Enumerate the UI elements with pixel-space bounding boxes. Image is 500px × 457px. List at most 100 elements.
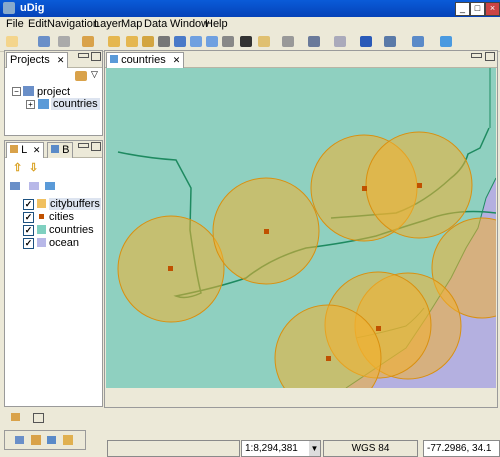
polygon-layer-icon <box>37 199 46 208</box>
info-icon[interactable] <box>360 36 372 47</box>
maximize-icon[interactable] <box>91 142 101 151</box>
draw-icon[interactable] <box>412 36 424 47</box>
fast-view-icon[interactable] <box>11 413 20 421</box>
city-point <box>168 266 173 271</box>
perspective-icon[interactable] <box>15 436 24 444</box>
layer-row-citybuffers[interactable]: ✓ citybuffers <box>7 198 101 211</box>
zoom-extent-icon[interactable] <box>174 36 186 47</box>
city-point <box>326 356 331 361</box>
zoom-out-icon[interactable] <box>206 36 218 47</box>
back-icon[interactable] <box>108 36 120 47</box>
menu-window[interactable]: Window <box>170 18 209 30</box>
tab-countries[interactable]: countries ✕ <box>106 52 185 68</box>
title-bar: uDig _ □ × <box>0 0 500 17</box>
map-icon <box>38 99 49 109</box>
project-label[interactable]: project <box>37 86 70 98</box>
move-up-icon[interactable]: ⇧ <box>13 161 22 174</box>
coordinate-readout: -77.2986, 34.1 <box>423 440 500 457</box>
polygon-layer-icon <box>37 238 46 247</box>
tool-icon[interactable] <box>440 36 452 47</box>
layer-row-cities[interactable]: ✓ cities <box>7 211 100 224</box>
polygon-layer-icon <box>37 225 46 234</box>
refresh-icon[interactable] <box>240 36 252 47</box>
close-icon[interactable]: ✕ <box>173 55 181 65</box>
menu-layer[interactable]: Layer <box>94 18 122 30</box>
layer-checkbox[interactable]: ✓ <box>23 225 34 236</box>
minimize-icon[interactable] <box>471 53 482 58</box>
chevron-down-icon[interactable]: ▼ <box>309 441 320 456</box>
menu-map[interactable]: Map <box>121 18 142 30</box>
style-icon[interactable] <box>29 182 39 190</box>
project-icon <box>23 86 34 96</box>
print-icon[interactable] <box>58 36 70 47</box>
layer-checkbox[interactable]: ✓ <box>23 238 34 249</box>
scale-field[interactable]: 1:8,294,381 ▼ <box>241 440 321 457</box>
status-blank <box>107 440 240 457</box>
fast-view-icon[interactable] <box>33 413 44 423</box>
pan-icon[interactable] <box>142 36 154 47</box>
tab-projects[interactable]: Projects ✕ <box>6 52 69 68</box>
window-title: uDig <box>20 2 45 14</box>
maximize-icon[interactable] <box>485 52 495 61</box>
properties-icon[interactable] <box>82 36 94 47</box>
perspective-icon[interactable] <box>31 435 41 445</box>
map-editor: countries ✕ 1:8,294,381 ▼ WGS 84 -77.298… <box>104 50 500 457</box>
stop-icon[interactable] <box>158 36 170 47</box>
tab-layers[interactable]: L ✕ <box>6 142 45 158</box>
forward-icon[interactable] <box>126 36 138 47</box>
city-point <box>417 183 422 188</box>
layer-row-ocean[interactable]: ✓ ocean <box>7 237 100 250</box>
menu-bar: File Edit Navigation Layer Map Data Wind… <box>0 17 500 33</box>
layer-checkbox[interactable]: ✓ <box>23 199 34 210</box>
add-layer-icon[interactable] <box>45 182 55 190</box>
link-icon[interactable] <box>75 71 87 81</box>
crs-field[interactable]: WGS 84 <box>323 440 418 457</box>
layer-label: ocean <box>49 237 79 249</box>
layer-label: citybuffers <box>49 198 101 210</box>
layer-label: cities <box>49 211 75 223</box>
expand-icon[interactable]: + <box>26 100 35 109</box>
zoom-prev-icon[interactable] <box>222 36 234 47</box>
menu-help[interactable]: Help <box>205 18 228 30</box>
measure-icon[interactable] <box>384 36 396 47</box>
app-icon <box>3 2 15 14</box>
point-layer-icon <box>39 214 44 219</box>
layers-panel: L ✕ B ⇧ ⇩ ✓ citybuffers ✓ cities ✓ count… <box>4 140 103 407</box>
minimize-button[interactable]: _ <box>455 2 470 16</box>
map-icon <box>110 55 118 63</box>
map-canvas[interactable] <box>106 68 496 388</box>
close-icon[interactable]: ✕ <box>33 145 41 155</box>
city-point <box>362 186 367 191</box>
perspective-icon[interactable] <box>47 436 56 444</box>
menu-edit[interactable]: Edit <box>28 18 47 30</box>
collapse-icon[interactable]: − <box>12 87 21 96</box>
close-button[interactable]: × <box>485 2 500 16</box>
layer-label: countries <box>49 224 94 236</box>
layer-checkbox[interactable]: ✓ <box>23 212 34 223</box>
edit-icon[interactable] <box>258 36 270 47</box>
menu-data[interactable]: Data <box>144 18 167 30</box>
move-down-icon[interactable]: ⇩ <box>29 161 38 174</box>
maximize-icon[interactable] <box>91 52 101 61</box>
minimize-icon[interactable] <box>78 143 89 148</box>
menu-navigation[interactable]: Navigation <box>47 18 99 30</box>
save-icon[interactable] <box>38 36 50 47</box>
menu-file[interactable]: File <box>6 18 24 30</box>
new-icon[interactable] <box>6 36 18 47</box>
city-point <box>376 326 381 331</box>
city-point <box>264 229 269 234</box>
minimize-icon[interactable] <box>78 53 89 58</box>
zoom-in-icon[interactable] <box>190 36 202 47</box>
toggle-icon[interactable] <box>10 182 20 190</box>
view-menu-icon[interactable]: ▽ <box>91 69 98 80</box>
map-item-countries[interactable]: countries <box>51 98 100 110</box>
grid-icon[interactable] <box>308 36 320 47</box>
search-icon[interactable] <box>282 36 294 47</box>
bookmarks-icon <box>51 145 59 153</box>
close-icon[interactable]: ✕ <box>57 55 65 65</box>
maximize-button[interactable]: □ <box>470 2 485 16</box>
select-icon[interactable] <box>334 36 346 47</box>
layer-row-countries[interactable]: ✓ countries <box>7 224 100 237</box>
perspective-icon[interactable] <box>63 435 73 445</box>
tab-bookmarks[interactable]: B <box>47 142 74 158</box>
